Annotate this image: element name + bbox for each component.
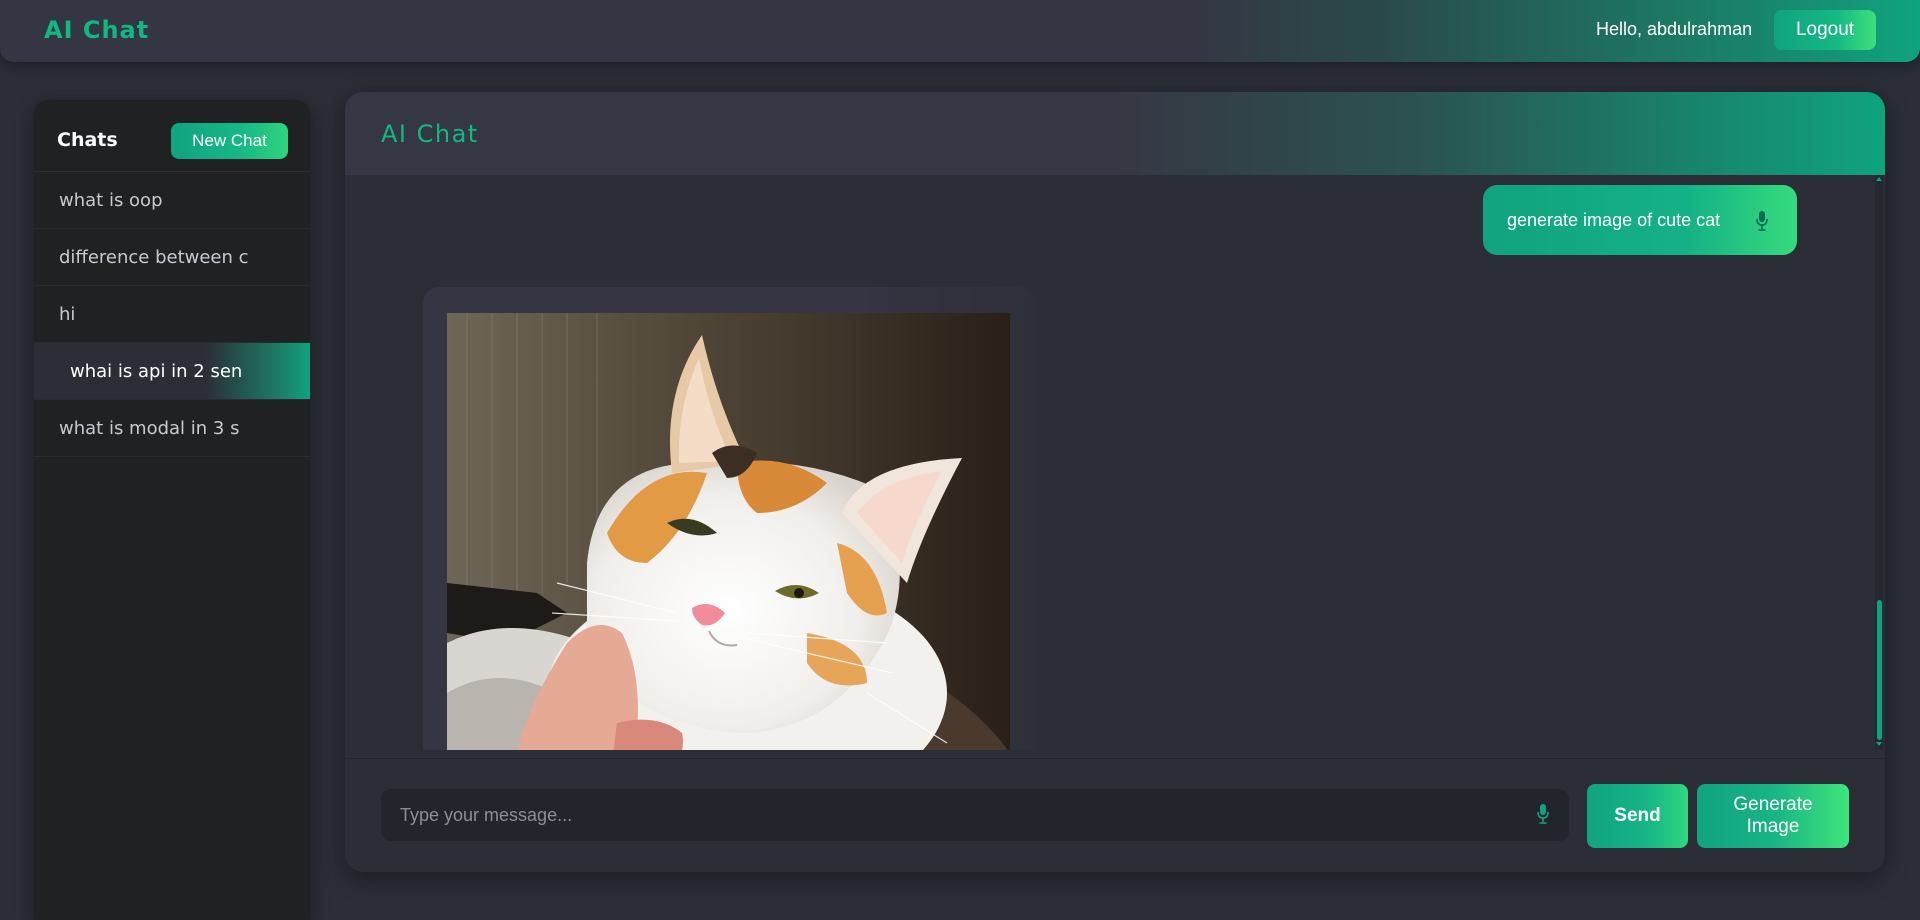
microphone-icon[interactable]	[1755, 210, 1769, 232]
assistant-image-message	[423, 287, 1035, 750]
generated-cat-image[interactable]	[447, 313, 1010, 750]
chat-title: AI Chat	[381, 120, 479, 148]
message-composer: Send Generate Image	[345, 758, 1885, 872]
send-button[interactable]: Send	[1587, 784, 1688, 848]
chat-list-item[interactable]: difference between c	[34, 229, 310, 286]
user-greeting: Hello, abdulrahman	[1596, 19, 1753, 39]
logout-button[interactable]: Logout	[1774, 10, 1876, 50]
microphone-icon[interactable]	[1536, 803, 1550, 825]
chat-panel: AI Chat generate image of cute cat Type …	[345, 92, 1885, 872]
sidebar-title: Chats	[57, 129, 118, 151]
generate-image-button[interactable]: Generate Image	[1697, 784, 1849, 848]
new-chat-button[interactable]: New Chat	[171, 123, 288, 159]
scroll-down-arrow-icon[interactable]	[1876, 742, 1882, 746]
chat-list-item[interactable]: what is modal in 3 s	[34, 400, 310, 457]
scroll-up-arrow-icon[interactable]	[1876, 177, 1882, 181]
chat-list-item[interactable]: what is oop	[34, 172, 310, 229]
message-scrollbar-thumb[interactable]	[1877, 600, 1882, 740]
message-list[interactable]: generate image of cute cat	[345, 175, 1885, 750]
sidebar-header: Chats New Chat	[34, 100, 310, 172]
chat-header: AI Chat	[345, 92, 1885, 175]
user-message-text: generate image of cute cat	[1507, 209, 1721, 230]
chat-list-item[interactable]: hi	[34, 286, 310, 343]
user-message-bubble: generate image of cute cat	[1483, 185, 1797, 255]
chat-sidebar: Chats New Chat what is oop difference be…	[34, 100, 310, 920]
app-brand[interactable]: AI Chat	[44, 16, 149, 44]
top-navbar: AI Chat Hello, abdulrahman Logout	[0, 0, 1920, 62]
message-input[interactable]	[381, 789, 1569, 841]
chat-list-item-active[interactable]: whai is api in 2 sen	[34, 343, 310, 400]
